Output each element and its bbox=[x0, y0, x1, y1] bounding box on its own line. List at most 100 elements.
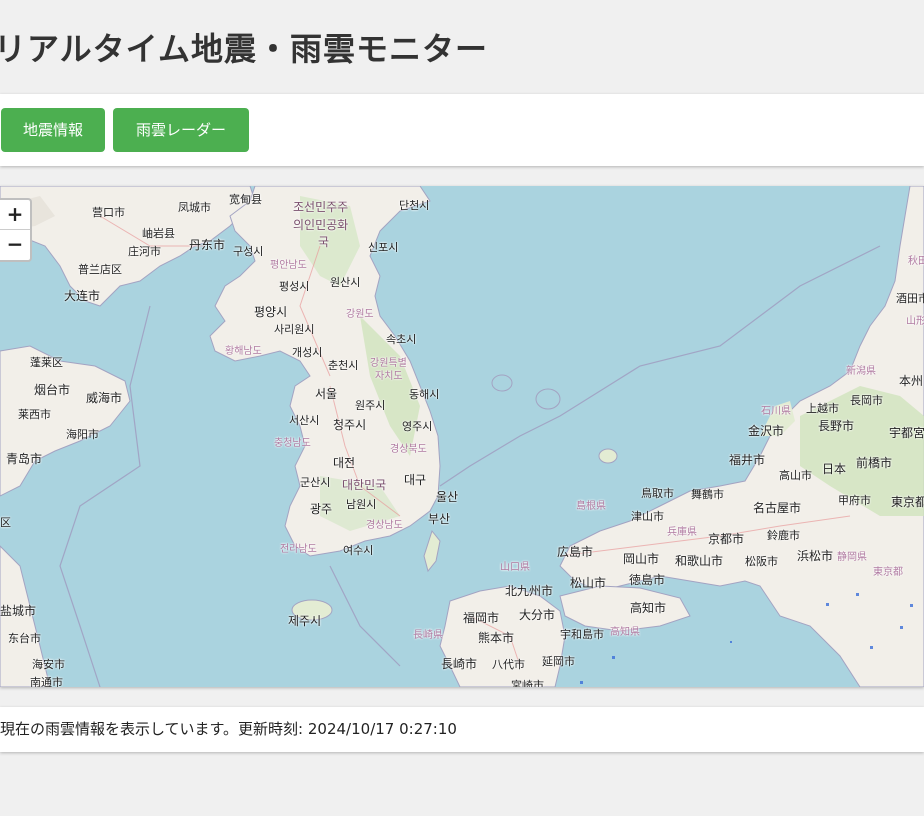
map-basemap bbox=[0, 186, 924, 687]
zoom-in-button[interactable]: + bbox=[0, 200, 30, 230]
map-label: 춘천시 bbox=[328, 359, 359, 372]
map-label: 徳島市 bbox=[629, 573, 666, 587]
map-label: 和歌山市 bbox=[675, 554, 724, 568]
map-label: 남원시 bbox=[346, 498, 377, 511]
map-label: 국 bbox=[318, 235, 330, 249]
map-label: 평양시 bbox=[254, 305, 288, 319]
map-label: 충청남도 bbox=[274, 438, 311, 449]
map-label: 高山市 bbox=[779, 469, 812, 482]
map-label: 岫岩县 bbox=[142, 227, 175, 240]
map-label: 莱西市 bbox=[18, 408, 51, 421]
map-label: 東京都 bbox=[873, 567, 903, 578]
map-label: 山形 bbox=[906, 316, 924, 327]
map-label: 松山市 bbox=[570, 576, 607, 590]
map-label: 海安市 bbox=[32, 658, 65, 671]
map-label: 제주시 bbox=[288, 614, 322, 628]
map-label: 여수시 bbox=[343, 544, 374, 557]
map-label: 東京都 bbox=[891, 495, 924, 509]
map-label: 八代市 bbox=[492, 658, 525, 671]
map-label: 名古屋市 bbox=[753, 501, 802, 515]
map-label: 평안남도 bbox=[270, 260, 307, 271]
map-label: 자치도 bbox=[375, 371, 403, 382]
map-label: 酒田市 bbox=[896, 292, 924, 305]
map-label: 황해남도 bbox=[225, 346, 262, 357]
map-label: 金沢市 bbox=[748, 424, 785, 438]
map-label: 대한민국 bbox=[342, 478, 387, 492]
toolbar: 地震情報 雨雲レーダー bbox=[0, 94, 924, 166]
map-label: 속초시 bbox=[386, 333, 417, 346]
map-label: 石川県 bbox=[761, 406, 791, 417]
map-label: 京都市 bbox=[708, 532, 745, 546]
map-label: 鳥取市 bbox=[641, 487, 674, 500]
map-label: 日本 bbox=[822, 462, 847, 476]
map-label: 宇和島市 bbox=[560, 628, 604, 641]
status-message: 現在の雨雲情報を表示しています。更新時刻: 2024/10/17 0:27:10 bbox=[0, 707, 924, 752]
map-label: 사리원시 bbox=[274, 323, 315, 336]
map-label: 威海市 bbox=[86, 391, 123, 405]
map-label: 영주시 bbox=[402, 420, 433, 433]
map-label: 延岡市 bbox=[542, 655, 575, 668]
map-label: 대전 bbox=[333, 456, 356, 470]
map-label: 경상북도 bbox=[390, 444, 427, 455]
map-label: 静岡県 bbox=[837, 552, 867, 563]
map-label: 鈴鹿市 bbox=[767, 529, 800, 542]
map-label: 大分市 bbox=[519, 608, 556, 622]
map-label: 구성시 bbox=[233, 245, 264, 258]
map-label: 盐城市 bbox=[0, 604, 37, 618]
zoom-out-button[interactable]: − bbox=[0, 230, 30, 260]
map-label: 宽甸县 bbox=[229, 193, 262, 206]
earthquake-info-button[interactable]: 地震情報 bbox=[1, 108, 105, 152]
map-label: 舞鶴市 bbox=[691, 488, 724, 501]
map-label: 広島市 bbox=[557, 545, 594, 559]
map-label: 浜松市 bbox=[797, 549, 834, 563]
map-label: 宮崎市 bbox=[511, 679, 544, 687]
map-label: 단천시 bbox=[399, 199, 430, 212]
map-label: 丹东市 bbox=[189, 238, 226, 252]
map-label: 高知市 bbox=[630, 601, 667, 615]
map-label: 东台市 bbox=[8, 632, 41, 645]
map-label: 울산 bbox=[436, 490, 459, 504]
map-label: 蓬莱区 bbox=[30, 356, 63, 369]
map-label: 福井市 bbox=[729, 453, 766, 467]
map-label: 宇都宮 bbox=[889, 426, 924, 440]
map-label: 海阳市 bbox=[66, 428, 99, 441]
map-label: 营口市 bbox=[92, 206, 125, 219]
map-label: 청주시 bbox=[333, 418, 367, 432]
map-label: 서산시 bbox=[289, 414, 320, 427]
zoom-control: + − bbox=[0, 198, 32, 262]
map-label: 경상남도 bbox=[366, 520, 403, 531]
map-label: 前橋市 bbox=[856, 456, 893, 470]
map-label: 区 bbox=[0, 516, 11, 529]
map-label: 兵庫県 bbox=[667, 527, 697, 538]
map-label: 전라남도 bbox=[280, 544, 317, 555]
map-label: 本州 bbox=[899, 374, 924, 388]
map-label: 長崎県 bbox=[413, 630, 443, 641]
map-label: 普兰店区 bbox=[78, 263, 122, 276]
map-view[interactable]: + − 营口市 凤城市 宽甸县 岫岩县 庄河市 丹东市 普兰店区 大连市 蓬莱区… bbox=[0, 186, 924, 687]
map-label: 광주 bbox=[310, 502, 333, 516]
map-label: 松阪市 bbox=[745, 555, 778, 568]
map-label: 동해시 bbox=[409, 388, 440, 401]
map-label: 熊本市 bbox=[478, 631, 515, 645]
map-label: 凤城市 bbox=[178, 201, 211, 214]
map-label: 강원도 bbox=[346, 309, 374, 320]
map-label: 山口県 bbox=[500, 562, 530, 573]
map-label: 甲府市 bbox=[838, 494, 871, 507]
map-label: 上越市 bbox=[806, 402, 839, 415]
map-label: 青岛市 bbox=[6, 452, 43, 466]
map-label: 大连市 bbox=[64, 289, 101, 303]
map-label: 평성시 bbox=[279, 280, 310, 293]
map-label: 津山市 bbox=[631, 510, 664, 523]
map-label: 新潟県 bbox=[846, 366, 876, 377]
map-label: 대구 bbox=[404, 473, 427, 487]
map-label: 秋田 bbox=[908, 256, 924, 267]
map-label: 烟台市 bbox=[34, 383, 71, 397]
map-label: 長岡市 bbox=[850, 394, 883, 407]
rain-radar-button[interactable]: 雨雲レーダー bbox=[113, 108, 249, 152]
map-label: 조선민주주 bbox=[293, 200, 349, 214]
map-label: 서울 bbox=[315, 387, 338, 401]
map-label: 岡山市 bbox=[623, 552, 660, 566]
map-label: 의인민공화 bbox=[293, 218, 349, 232]
map-label: 군산시 bbox=[300, 476, 331, 489]
map-label: 島根県 bbox=[576, 501, 606, 512]
